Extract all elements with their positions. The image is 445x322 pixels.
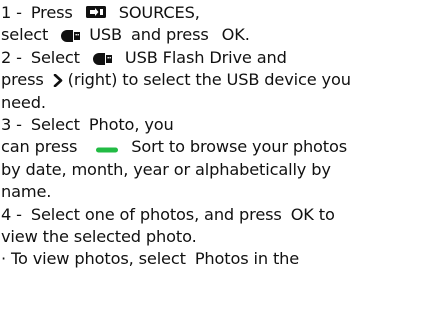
step-number: 4 -	[1, 204, 22, 224]
step-text: by date, month, year or alphabetically b…	[1, 159, 331, 179]
step-text: select	[1, 25, 49, 45]
step-text: press	[1, 70, 44, 90]
step-text: can press	[1, 137, 78, 157]
step-text: Select	[30, 47, 80, 67]
bullet-text: · To view photos, select	[1, 249, 186, 269]
step-1-line-2: select USB and press OK.	[1, 24, 445, 46]
photos-option-label: Photos	[194, 249, 249, 269]
step-text: (right) to select the USB device you	[67, 70, 351, 90]
step-text: to	[318, 204, 335, 224]
ok-key-label: OK.	[221, 25, 250, 45]
step-number: 2 -	[1, 47, 22, 67]
step-2-line-1: 2 - Select USB Flash Drive and	[1, 47, 445, 69]
step-text: and	[256, 47, 287, 67]
step-text: Select	[30, 114, 80, 134]
usb-option-label: USB	[89, 25, 122, 45]
step-text: and press	[130, 25, 209, 45]
step-2-line-3: need.	[1, 92, 445, 114]
step-3-line-3: by date, month, year or alphabetically b…	[1, 159, 445, 181]
step-text: name.	[1, 182, 52, 202]
step-3-line-4: name.	[1, 181, 445, 203]
step-number: 3 -	[1, 114, 22, 134]
step-2-line-2: press (right) to select the USB device y…	[1, 69, 445, 91]
step-text: view the selected photo.	[1, 226, 197, 246]
green-color-key-icon	[96, 138, 119, 160]
step-4-line-2: view the selected photo.	[1, 226, 445, 248]
ok-key-label: OK	[290, 204, 314, 224]
bullet-text: in the	[253, 249, 300, 269]
step-text: need.	[1, 92, 46, 112]
usb-flash-drive-label: USB Flash Drive	[124, 47, 252, 67]
step-4-line-1: 4 - Select one of photos, and press OK t…	[1, 204, 445, 226]
step-text: Press	[30, 3, 73, 22]
sort-key-label: Sort	[131, 137, 164, 157]
sources-input-icon	[85, 4, 106, 26]
step-3-line-1: 3 - Select Photo, you	[1, 114, 445, 136]
photo-option-label: Photo	[88, 114, 135, 134]
step-text: , you	[134, 114, 174, 134]
usb-drive-icon	[61, 26, 81, 48]
instructions: 1 - Press SOURCES, select USB and press …	[0, 0, 445, 271]
bullet-line: · To view photos, select Photos in the	[1, 248, 445, 270]
step-text: to browse your photos	[168, 137, 348, 157]
step-1-line-1: 1 - Press SOURCES,	[1, 2, 445, 24]
usb-drive-icon	[92, 49, 112, 71]
step-3-line-2: can press Sort to browse your photos	[1, 136, 445, 158]
chevron-right-icon	[53, 71, 63, 93]
step-text: Select one of photos, and press	[30, 204, 282, 224]
sources-key-label: SOURCES,	[118, 3, 200, 22]
step-number: 1 -	[1, 3, 22, 22]
